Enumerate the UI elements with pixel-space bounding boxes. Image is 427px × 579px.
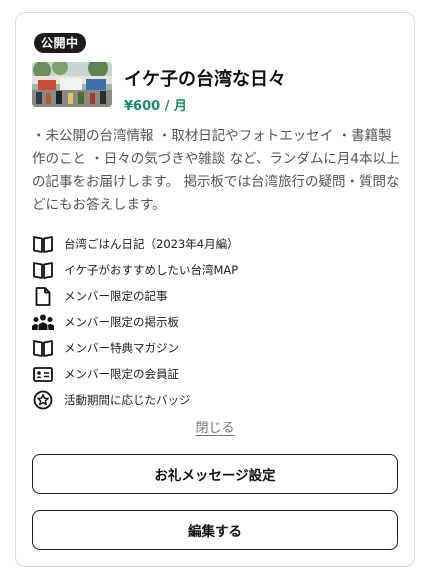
close-link[interactable]: 閉じる: [16, 417, 414, 436]
membership-plan-card: 公開中 イケ子の台湾な日々 ¥600 / 月 ・未公開の台湾情報 ・取材日記やフ…: [15, 12, 415, 567]
id-card-icon: [32, 364, 54, 384]
badge-star-icon: [32, 390, 54, 410]
plan-description: ・未公開の台湾情報 ・取材日記やフォトエッセイ ・書籍製作のこと ・日々の気づき…: [32, 128, 400, 213]
feature-item: メンバー限定の掲示板: [32, 309, 402, 335]
feature-label: イケ子がおすすめしたい台湾MAP: [64, 263, 239, 277]
feature-item: イケ子がおすすめしたい台湾MAP: [32, 257, 402, 283]
feature-label: メンバー限定の会員証: [64, 367, 179, 381]
book-icon: [32, 260, 54, 280]
document-icon: [32, 286, 54, 306]
plan-thumbnail: [32, 62, 112, 107]
feature-label: 台湾ごはん日記（2023年4月編）: [64, 237, 239, 251]
feature-label: メンバー特典マガジン: [64, 341, 179, 355]
feature-label: メンバー限定の記事: [64, 289, 168, 303]
feature-item: メンバー限定の会員証: [32, 361, 402, 387]
feature-item: メンバー特典マガジン: [32, 335, 402, 361]
feature-label: 活動期間に応じたバッジ: [64, 393, 191, 407]
people-icon: [32, 312, 54, 332]
book-icon: [32, 338, 54, 358]
plan-price: ¥600 / 月: [124, 99, 187, 114]
edit-button[interactable]: 編集する: [32, 510, 398, 550]
feature-item: 台湾ごはん日記（2023年4月編）: [32, 231, 402, 257]
feature-label: メンバー限定の掲示板: [64, 315, 179, 329]
thanks-message-settings-button[interactable]: お礼メッセージ設定: [32, 454, 398, 494]
feature-item: 活動期間に応じたバッジ: [32, 387, 402, 413]
feature-list: 台湾ごはん日記（2023年4月編） イケ子がおすすめしたい台湾MAP メンバー限…: [32, 231, 402, 413]
book-icon: [32, 234, 54, 254]
status-badge: 公開中: [34, 33, 86, 53]
plan-title: イケ子の台湾な日々: [124, 69, 286, 90]
feature-item: メンバー限定の記事: [32, 283, 402, 309]
